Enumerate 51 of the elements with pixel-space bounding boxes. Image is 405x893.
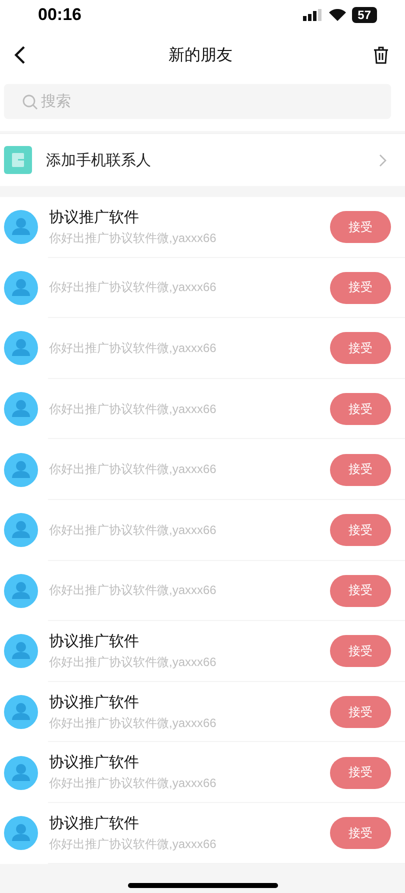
accept-button[interactable]: 接受 (330, 393, 391, 426)
accept-button[interactable]: 接受 (330, 514, 391, 546)
contacts-icon (4, 146, 32, 174)
accept-button[interactable]: 接受 (330, 332, 391, 364)
avatar-icon (4, 210, 38, 244)
avatar-icon (4, 695, 38, 730)
contact-name: 协议推广软件 (49, 814, 140, 833)
request-message: 你好出推广协议软件微,yaxxx66 (49, 582, 218, 600)
status-time: 00:16 (38, 5, 82, 25)
page-title: 新的朋友 (168, 46, 232, 66)
accept-button[interactable]: 接受 (330, 574, 391, 607)
contact-name: 协议推广软件 (49, 208, 140, 227)
trash-icon (373, 46, 389, 64)
add-contacts-label: 添加手机联系人 (46, 150, 152, 170)
avatar-icon (4, 634, 38, 668)
avatar-icon (4, 756, 38, 790)
contact-name: 协议推广软件 (49, 692, 140, 712)
accept-button[interactable]: 接受 (330, 211, 391, 244)
accept-button[interactable]: 接受 (330, 454, 391, 486)
add-contacts-row[interactable]: 添加手机联系人 (0, 133, 405, 186)
request-message: 你好出推广协议软件微,yaxxx66 (49, 714, 218, 732)
avatar-icon (4, 513, 38, 548)
accept-button[interactable]: 接受 (330, 817, 391, 850)
request-message: 你好出推广协议软件微,yaxxx66 (49, 230, 218, 247)
request-message: 你好出推广协议软件微,yaxxx66 (49, 340, 218, 357)
request-message: 你好出推广协议软件微,yaxxx66 (49, 654, 218, 671)
avatar-icon (4, 816, 38, 850)
avatar-icon (4, 270, 38, 305)
contact-name: 协议推广软件 (49, 632, 140, 651)
search-field[interactable]: 搜索 (4, 84, 391, 119)
avatar-icon (4, 392, 38, 426)
accept-button[interactable]: 接受 (330, 635, 391, 668)
accept-button[interactable]: 接受 (330, 756, 391, 789)
avatar-icon (4, 452, 38, 487)
wifi-icon (328, 9, 346, 21)
request-message: 你好出推广协议软件微,yaxxx66 (49, 836, 218, 853)
request-message: 你好出推广协议软件微,yaxxx66 (49, 279, 218, 296)
request-message: 你好出推广协议软件微,yaxxx66 (49, 400, 218, 418)
request-message: 你好出推广协议软件微,yaxxx66 (49, 522, 218, 539)
search-icon (22, 94, 38, 110)
signal-icon (302, 9, 323, 21)
back-icon (14, 46, 26, 64)
chevron-icon (379, 154, 387, 166)
avatar-icon (4, 331, 38, 366)
request-message: 你好出推广协议软件微,yaxxx66 (49, 775, 218, 792)
avatar-icon (4, 574, 38, 608)
accept-button[interactable]: 接受 (330, 696, 391, 728)
contact-name: 协议推广软件 (49, 753, 140, 772)
request-message: 你好出推广协议软件微,yaxxx66 (49, 461, 218, 478)
accept-button[interactable]: 接受 (330, 272, 391, 304)
battery-icon: 57 (352, 7, 377, 23)
